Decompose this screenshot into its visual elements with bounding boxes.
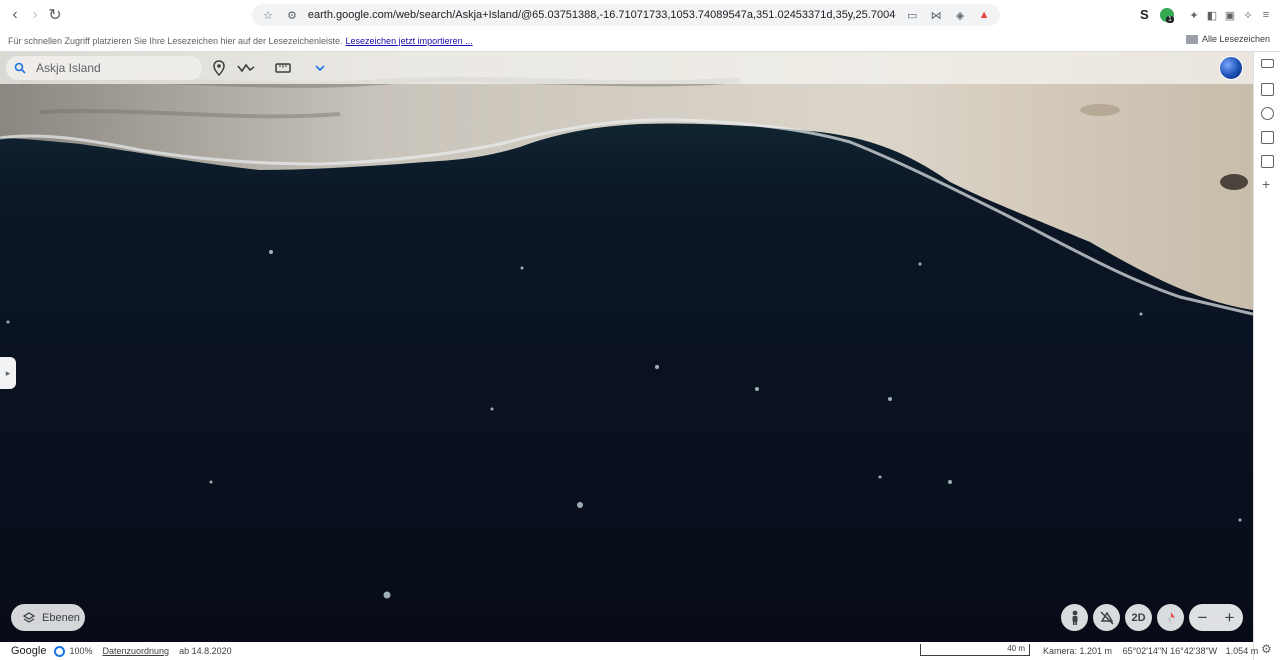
back-icon[interactable]: ‹ (5, 5, 25, 25)
side-panel-wallet-icon[interactable] (1261, 83, 1274, 96)
account-avatar-globe[interactable] (1219, 56, 1243, 80)
menu-icon[interactable]: ≡ (1258, 7, 1274, 23)
loading-progress: 100% (69, 646, 93, 656)
url-text[interactable]: earth.google.com/web/search/Askja+Island… (308, 9, 896, 21)
leo-icon[interactable]: ✧ (1240, 7, 1256, 23)
add-placemark-icon[interactable] (210, 59, 228, 77)
extension-s-icon[interactable]: S (1140, 7, 1149, 22)
ground-elevation: 1.054 m (1225, 646, 1259, 656)
bookmarks-bar: Für schnellen Zugriff platzieren Sie Ihr… (0, 30, 1280, 52)
side-panel-reading-list-icon[interactable] (1261, 155, 1274, 168)
browser-toolbar: ‹ › ↻ ☆ ⚙ earth.google.com/web/search/As… (0, 0, 1280, 30)
zoom-controls: − + (1189, 604, 1243, 631)
sidebar-toggle-icon[interactable]: ◧ (1204, 7, 1220, 23)
compass-button[interactable] (1157, 604, 1184, 631)
side-panel-add-icon[interactable]: + (1262, 176, 1270, 192)
all-bookmarks-label: Alle Lesezeichen (1201, 34, 1270, 44)
earth-map-view[interactable] (0, 52, 1253, 642)
loading-progress-icon (54, 645, 66, 657)
layers-label: Ebenen (42, 611, 80, 624)
side-panel-bookmarks-icon[interactable] (1261, 131, 1274, 144)
google-logo: Google (11, 645, 47, 657)
imagery-date: ab 14.8.2020 (179, 646, 232, 656)
settings-gear-icon[interactable]: ⚙ (1261, 642, 1272, 656)
all-bookmarks-button[interactable]: Alle Lesezeichen (1185, 34, 1270, 44)
address-bar[interactable]: ☆ ⚙ earth.google.com/web/search/Askja+Is… (252, 4, 1000, 26)
extensions-puzzle-icon[interactable]: ✦ (1186, 7, 1202, 23)
browser-side-panel: + (1253, 52, 1280, 660)
camera-altitude: Kamera: 1.201 m (1043, 646, 1113, 656)
search-icon (14, 62, 26, 74)
earth-status-bar: Google 100% Datenzuordnung ab 14.8.2020 … (0, 642, 1258, 660)
measure-icon[interactable] (273, 59, 293, 77)
shield-icon[interactable]: ◈ (952, 7, 968, 23)
tilt-off-icon (1100, 611, 1113, 624)
bookmarks-message: Für schnellen Zugriff platzieren Sie Ihr… (8, 35, 343, 46)
forward-icon[interactable]: › (25, 5, 45, 25)
import-bookmarks-link[interactable]: Lesezeichen jetzt importieren ... (346, 36, 473, 46)
site-info-icon[interactable]: ⚙ (284, 7, 300, 23)
extension-badge: 1 (1166, 16, 1174, 23)
compass-icon (1166, 611, 1175, 624)
bookmark-icon[interactable]: ☆ (260, 7, 276, 23)
share-icon[interactable]: ⋈ (928, 7, 944, 23)
chevron-down-icon[interactable] (311, 59, 329, 77)
rewards-icon[interactable]: ▲ (976, 7, 992, 23)
expand-panel-button[interactable]: ▸ (0, 357, 16, 389)
search-input[interactable] (36, 61, 186, 75)
draw-path-icon[interactable] (236, 59, 256, 77)
zoom-in-button[interactable]: + (1225, 608, 1235, 628)
satellite-imagery (0, 52, 1253, 642)
pegman-icon (1072, 610, 1077, 625)
layers-button[interactable]: Ebenen (11, 604, 85, 631)
cast-icon[interactable]: ▭ (904, 7, 920, 23)
camera-info: Kamera: 1.201 m 65°02'14"N 16°42'38"W 1.… (1043, 646, 1258, 656)
chevron-right-icon: ▸ (5, 367, 11, 378)
cursor-coordinates: 65°02'14"N 16°42'38"W (1122, 646, 1218, 656)
earth-toolbar (0, 52, 1253, 84)
side-panel-leo-icon[interactable] (1261, 107, 1274, 120)
pegman-button[interactable] (1061, 604, 1088, 631)
folder-icon (1185, 34, 1198, 44)
zoom-out-button[interactable]: − (1198, 608, 1208, 628)
reset-tilt-button[interactable] (1093, 604, 1120, 631)
layers-icon (23, 611, 35, 623)
search-box[interactable] (6, 56, 202, 80)
scale-bar: 40 m (920, 644, 1030, 656)
data-attribution-link[interactable]: Datenzuordnung (103, 646, 170, 656)
side-panel-media-icon[interactable] (1261, 59, 1274, 68)
scale-label: 40 m (1007, 644, 1025, 653)
reload-icon[interactable]: ↻ (45, 5, 65, 25)
mode-2d-button[interactable]: 2D (1125, 604, 1152, 631)
wallet-icon[interactable]: ▣ (1222, 7, 1238, 23)
